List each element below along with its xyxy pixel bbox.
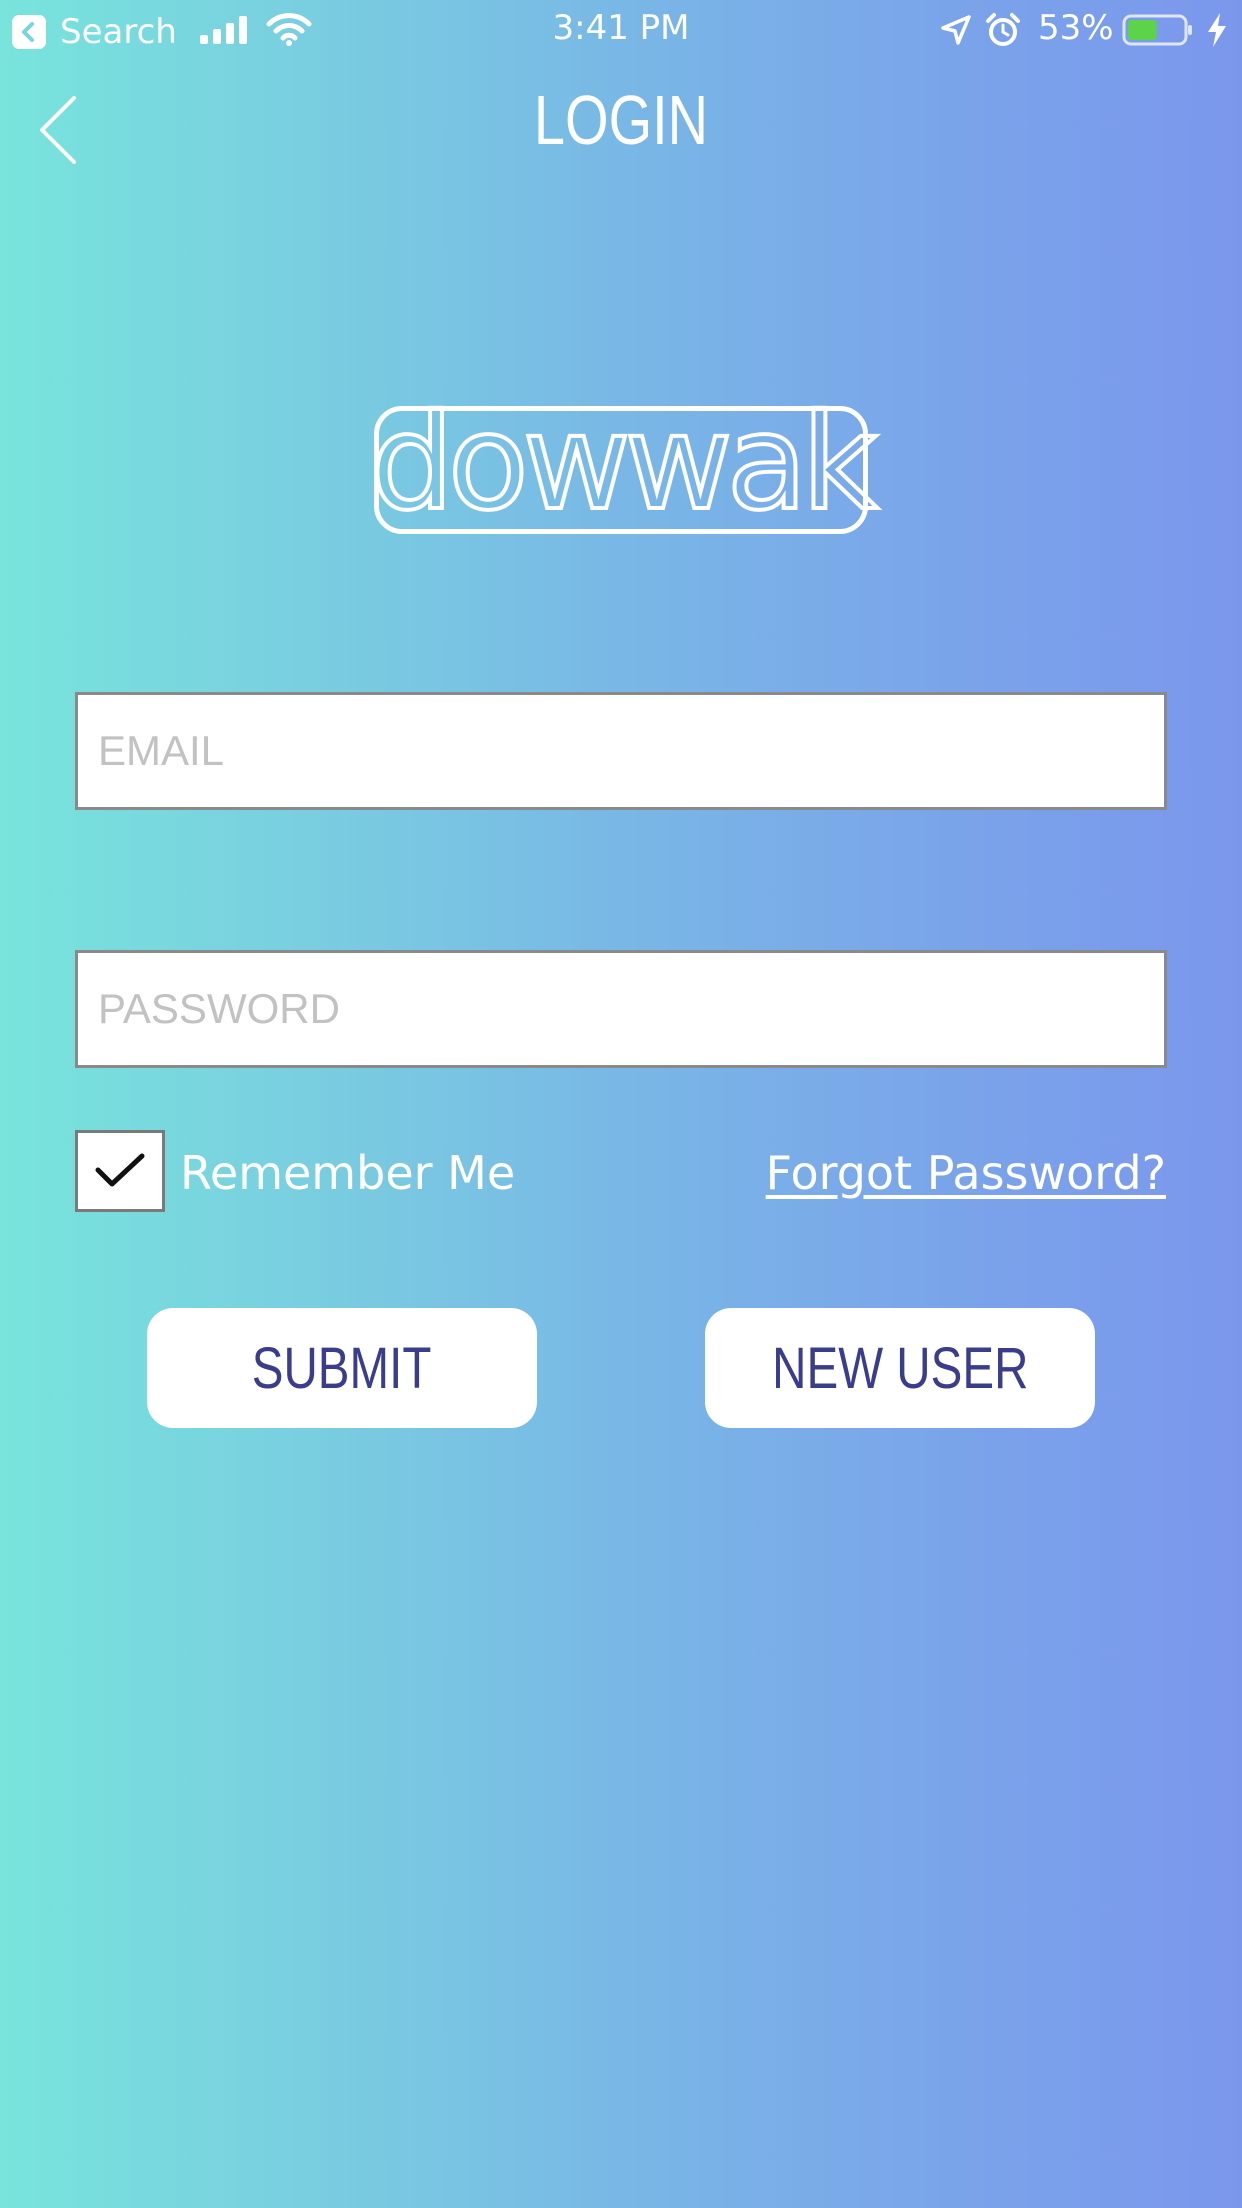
page-title: LOGIN (533, 81, 709, 159)
submit-button-label: SUBMIT (252, 1335, 432, 1401)
battery-icon (1122, 14, 1192, 46)
forgot-password-link[interactable]: Forgot Password? (766, 1146, 1166, 1200)
remember-me-label[interactable]: Remember Me (180, 1146, 515, 1200)
login-screen: Search 3:41 PM 53% LOGIN dowwak EMAIL Re… (0, 0, 1242, 2208)
logo-text: dowwak (368, 386, 880, 540)
new-user-button-label: NEW USER (771, 1335, 1029, 1401)
dowwak-logo: dowwak (368, 395, 880, 534)
checkmark-icon (95, 1153, 145, 1187)
password-field[interactable] (75, 950, 1167, 1068)
status-bar: Search 3:41 PM 53% (0, 0, 1242, 62)
submit-button[interactable]: SUBMIT (147, 1308, 537, 1428)
email-field[interactable] (75, 692, 1167, 810)
chevron-left-icon[interactable] (30, 92, 90, 168)
alarm-icon (986, 13, 1020, 46)
remember-me-checkbox[interactable] (75, 1130, 165, 1212)
location-icon (941, 15, 971, 45)
new-user-button[interactable]: NEW USER (705, 1308, 1095, 1428)
charging-icon (1208, 13, 1226, 47)
battery-percent: 53% (1038, 8, 1114, 48)
